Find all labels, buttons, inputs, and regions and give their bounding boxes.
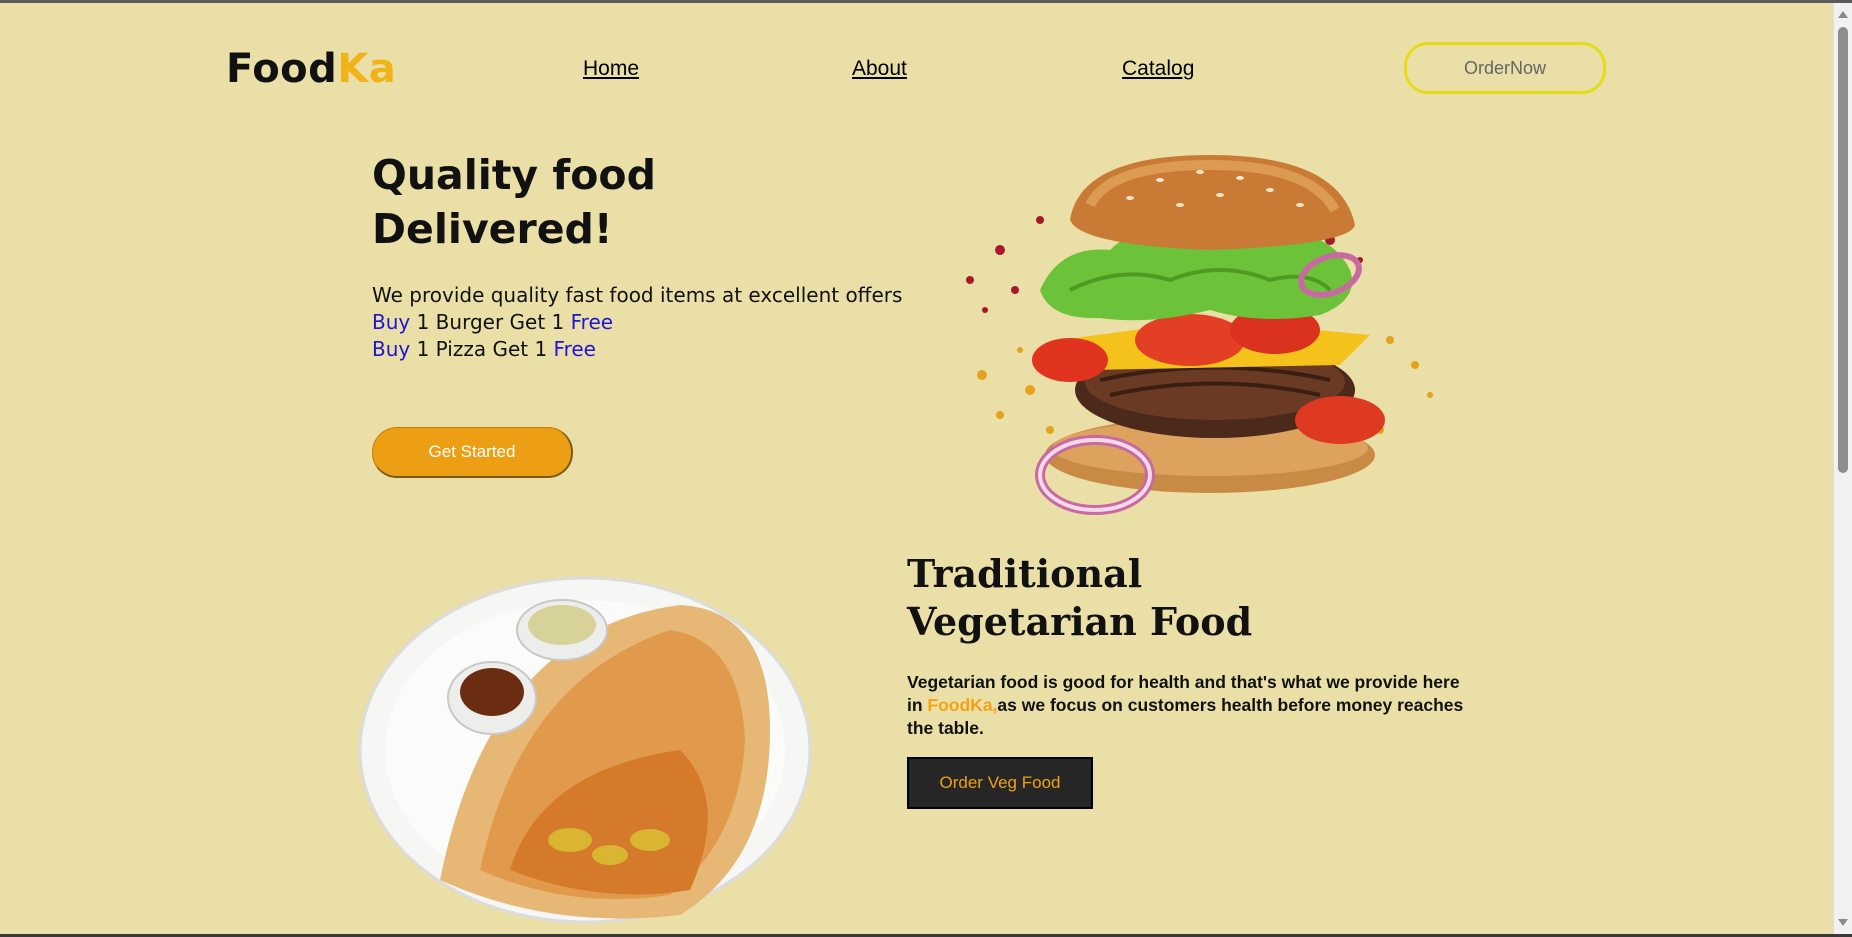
brand-name-accent: Ka [337, 46, 397, 92]
offer-free-label: Free [570, 310, 614, 334]
offer-burger: Buy 1 Burger Get 1 Free [372, 309, 902, 336]
offer-pizza: Buy 1 Pizza Get 1 Free [372, 336, 902, 363]
order-now-button[interactable]: OrderNow [1404, 42, 1606, 94]
vertical-scrollbar[interactable] [1833, 3, 1852, 934]
nav-link-home[interactable]: Home [583, 57, 639, 81]
offer-free-label: Free [553, 337, 596, 361]
offer-text: 1 Pizza Get 1 [410, 337, 554, 361]
scrollbar-thumb[interactable] [1838, 27, 1848, 473]
veg-desc-brand: FoodKa, [927, 695, 998, 715]
veg-description: Vegetarian food is good for health and t… [907, 671, 1467, 740]
get-started-button[interactable]: Get Started [372, 427, 573, 478]
dosa-image [358, 576, 812, 924]
brand-name-main: Food [226, 46, 338, 92]
hero-title-line2: Delivered! [372, 205, 613, 253]
veg-title-line1: Traditional [907, 551, 1143, 596]
offer-text: 1 Burger Get 1 [410, 310, 571, 334]
nav-link-about[interactable]: About [852, 57, 907, 81]
hero-title: Quality food Delivered! [372, 148, 656, 256]
offer-buy-label: Buy [372, 337, 411, 361]
veg-section-title: Traditional Vegetarian Food [907, 550, 1252, 646]
window-top-bar [0, 0, 1852, 3]
brand-logo[interactable]: FoodKa [226, 46, 396, 92]
hero-title-line1: Quality food [372, 151, 656, 199]
veg-title-line2: Vegetarian Food [907, 599, 1253, 644]
hero-description: We provide quality fast food items at ex… [372, 282, 902, 363]
burger-image [966, 155, 1433, 515]
hero-desc-text: We provide quality fast food items at ex… [372, 283, 903, 307]
scroll-down-icon[interactable] [1838, 919, 1848, 926]
nav-link-catalog[interactable]: Catalog [1122, 57, 1194, 81]
order-veg-food-button[interactable]: Order Veg Food [907, 757, 1093, 809]
offer-buy-label: Buy [372, 310, 411, 334]
scroll-up-icon[interactable] [1838, 11, 1848, 18]
